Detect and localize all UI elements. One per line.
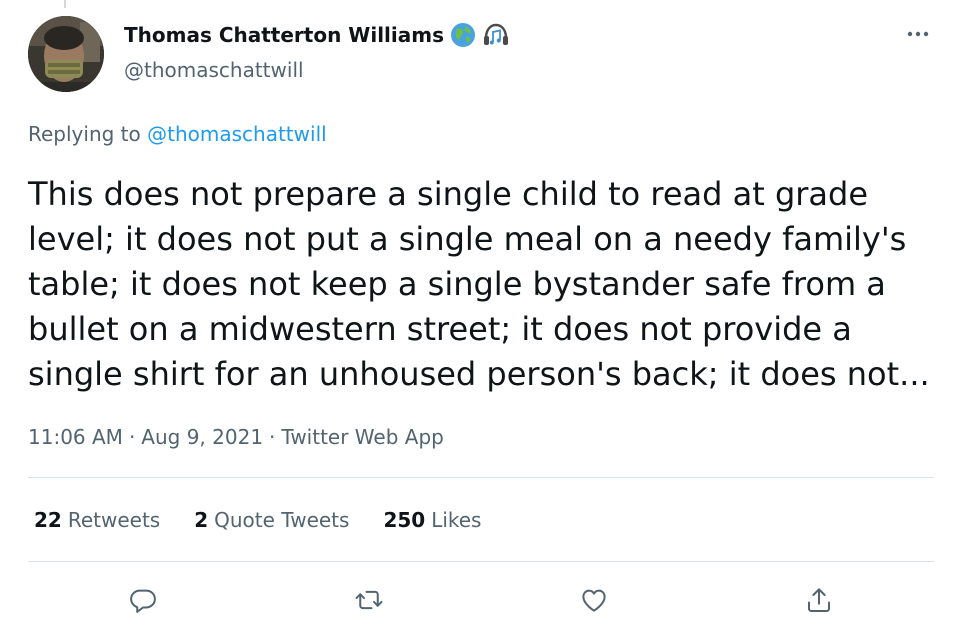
more-icon xyxy=(907,31,929,37)
author-info: Thomas Chatterton Williams xyxy=(124,22,510,48)
share-icon xyxy=(808,588,830,612)
replying-to-prefix: Replying to xyxy=(28,122,141,146)
retweets-label: Retweets xyxy=(67,508,161,532)
share-button[interactable] xyxy=(801,582,837,618)
meta-separator: · xyxy=(128,425,136,449)
quote-tweets-count: 2 xyxy=(194,508,209,532)
meta-separator: · xyxy=(269,425,276,449)
headphones-music-icon xyxy=(482,22,510,48)
replying-to-link[interactable]: @thomaschattwill xyxy=(147,122,327,146)
divider xyxy=(28,477,934,478)
likes-stat[interactable]: 250 Likes xyxy=(383,508,481,532)
like-icon xyxy=(582,589,606,612)
globe-icon xyxy=(450,22,476,48)
tweet-metadata: 11:06 AM · Aug 9, 2021 · Twitter Web App xyxy=(28,425,444,449)
likes-label: Likes xyxy=(431,508,482,532)
quote-tweets-stat[interactable]: 2 Quote Tweets xyxy=(194,508,349,532)
user-handle[interactable]: @thomaschattwill xyxy=(124,58,304,82)
avatar[interactable] xyxy=(28,16,104,92)
retweets-count: 22 xyxy=(34,508,62,532)
tweet-time[interactable]: 11:06 AM xyxy=(28,425,123,449)
more-options-button[interactable] xyxy=(900,20,936,48)
retweet-button[interactable] xyxy=(351,582,387,618)
tweet-date[interactable]: Aug 9, 2021 xyxy=(141,425,263,449)
likes-count: 250 xyxy=(383,508,426,532)
divider xyxy=(28,561,934,562)
tweet-source[interactable]: Twitter Web App xyxy=(281,425,443,449)
retweets-stat[interactable]: 22 Retweets xyxy=(34,508,160,532)
reply-icon xyxy=(130,589,156,613)
tweet-actions xyxy=(0,582,960,618)
quote-tweets-label: Quote Tweets xyxy=(214,508,350,532)
display-name[interactable]: Thomas Chatterton Williams xyxy=(124,23,444,47)
tweet-stats: 22 Retweets 2 Quote Tweets 250 Likes xyxy=(34,508,481,532)
retweet-icon xyxy=(355,590,383,610)
like-button[interactable] xyxy=(576,582,612,618)
replying-to-line: Replying to @thomaschattwill xyxy=(28,122,327,146)
tweet-text: This does not prepare a single child to … xyxy=(28,175,930,393)
thread-connector-line xyxy=(64,0,66,8)
reply-button[interactable] xyxy=(125,582,161,618)
